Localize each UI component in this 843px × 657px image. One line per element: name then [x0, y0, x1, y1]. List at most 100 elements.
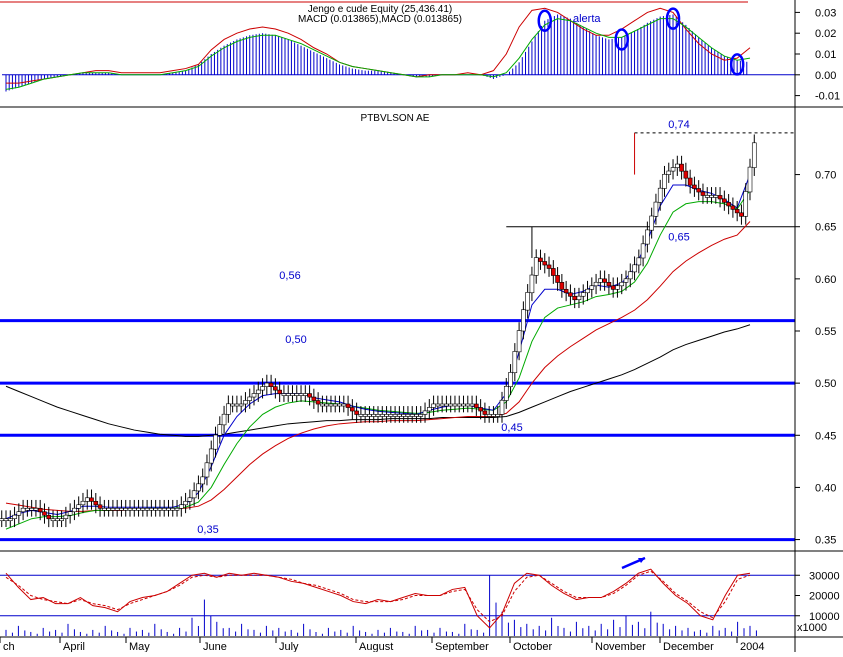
price-y-tick-label: 0.40 — [815, 482, 836, 494]
candle-body — [465, 403, 471, 407]
candle-body — [127, 507, 133, 511]
candle-body — [213, 434, 218, 450]
candle-body — [568, 292, 573, 297]
candle-body — [743, 191, 749, 217]
candle-body — [542, 261, 548, 266]
candle-body — [191, 490, 197, 499]
candle-body — [422, 410, 428, 415]
chart-canvas: Jengo e cude Equity (25,436.41) MACD (0.… — [0, 0, 843, 653]
candle-body — [268, 382, 274, 387]
candle-body — [350, 407, 355, 412]
month-label: November — [595, 641, 646, 652]
candle-body — [649, 215, 654, 231]
candle-body — [418, 414, 424, 417]
candle-body — [42, 511, 47, 516]
candle-body — [37, 507, 43, 513]
candle-body — [264, 382, 270, 387]
candle-body — [585, 288, 590, 294]
candle-body — [503, 386, 509, 401]
candle-body — [491, 414, 496, 417]
candle-body — [200, 476, 205, 485]
candle-body — [281, 393, 287, 396]
candle-body — [157, 507, 163, 511]
macd-alert-label: alerta — [573, 13, 601, 25]
candle-body — [525, 292, 530, 311]
candle-body — [25, 507, 30, 511]
month-label: December — [663, 641, 714, 652]
candle-body — [551, 268, 556, 276]
macd-y-tick-label: 0.02 — [815, 28, 836, 40]
candle-body — [179, 504, 184, 509]
candle-body — [751, 142, 757, 168]
candle-body — [657, 187, 663, 203]
month-label: April — [63, 641, 85, 652]
candle-body — [427, 407, 432, 412]
candle-body — [341, 403, 347, 407]
candle-body — [149, 507, 154, 511]
candle-body — [662, 173, 667, 189]
price-y-tick-label: 0.65 — [815, 222, 836, 234]
candle-body — [448, 403, 453, 407]
candle-body — [208, 448, 214, 464]
candle-body — [679, 163, 684, 172]
candle-body — [392, 414, 398, 417]
price-y-tick-label: 0.55 — [815, 326, 836, 338]
candle-body — [529, 274, 535, 294]
candle-body — [255, 389, 261, 394]
candle-body — [89, 497, 94, 502]
candle-body — [444, 403, 449, 407]
candle-body — [46, 514, 52, 520]
candle-body — [204, 462, 210, 478]
candle-body — [576, 295, 582, 301]
candle-body — [653, 201, 659, 217]
candle-body — [20, 507, 26, 513]
candle-body — [84, 497, 90, 502]
candle-body — [166, 507, 171, 511]
candle-body — [93, 501, 99, 506]
candle-body — [285, 393, 291, 396]
macd-series-line — [5, 18, 751, 90]
candle-body — [55, 518, 60, 522]
moving-average-line — [5, 174, 751, 520]
candle-body — [221, 413, 227, 426]
price-y-tick-label: 0.70 — [815, 170, 836, 182]
candle-body — [739, 212, 744, 217]
candle-body — [33, 507, 39, 511]
candle-body — [508, 372, 513, 387]
candle-body — [217, 424, 223, 436]
candle-body — [645, 229, 650, 245]
price-y-tick-label: 0.35 — [815, 535, 836, 547]
candle-body — [538, 257, 543, 262]
candle-body — [726, 202, 731, 207]
stoch-y-tick-label: 10000 — [809, 611, 840, 623]
volume-unit-label: x1000 — [797, 622, 827, 634]
macd-y-tick-label: 0.01 — [815, 49, 836, 61]
candle-body — [379, 414, 385, 417]
candle-body — [700, 191, 706, 196]
candle-body — [713, 195, 719, 198]
candle-body — [717, 195, 723, 200]
month-label: May — [129, 641, 150, 652]
month-label: July — [279, 641, 299, 652]
candle-body — [602, 278, 607, 283]
candle-body — [696, 188, 701, 193]
candle-body — [687, 177, 693, 186]
month-label: June — [203, 641, 227, 652]
candle-body — [354, 410, 359, 415]
candle-body — [234, 403, 240, 407]
level-label: 0,56 — [279, 270, 300, 282]
candle-body — [469, 403, 475, 407]
candle-body — [16, 511, 22, 516]
candle-body — [119, 507, 124, 511]
candle-body — [371, 414, 377, 417]
candle-body — [80, 500, 86, 506]
candle-body — [397, 414, 402, 417]
candle-body — [102, 507, 107, 511]
candle-body — [730, 205, 736, 210]
candle-body — [307, 393, 312, 398]
candle-body — [0, 518, 5, 522]
candle-body — [136, 507, 141, 511]
candle-body — [478, 407, 483, 412]
month-label: ch — [3, 641, 15, 652]
stoch-y-tick-label: 30000 — [809, 570, 840, 582]
